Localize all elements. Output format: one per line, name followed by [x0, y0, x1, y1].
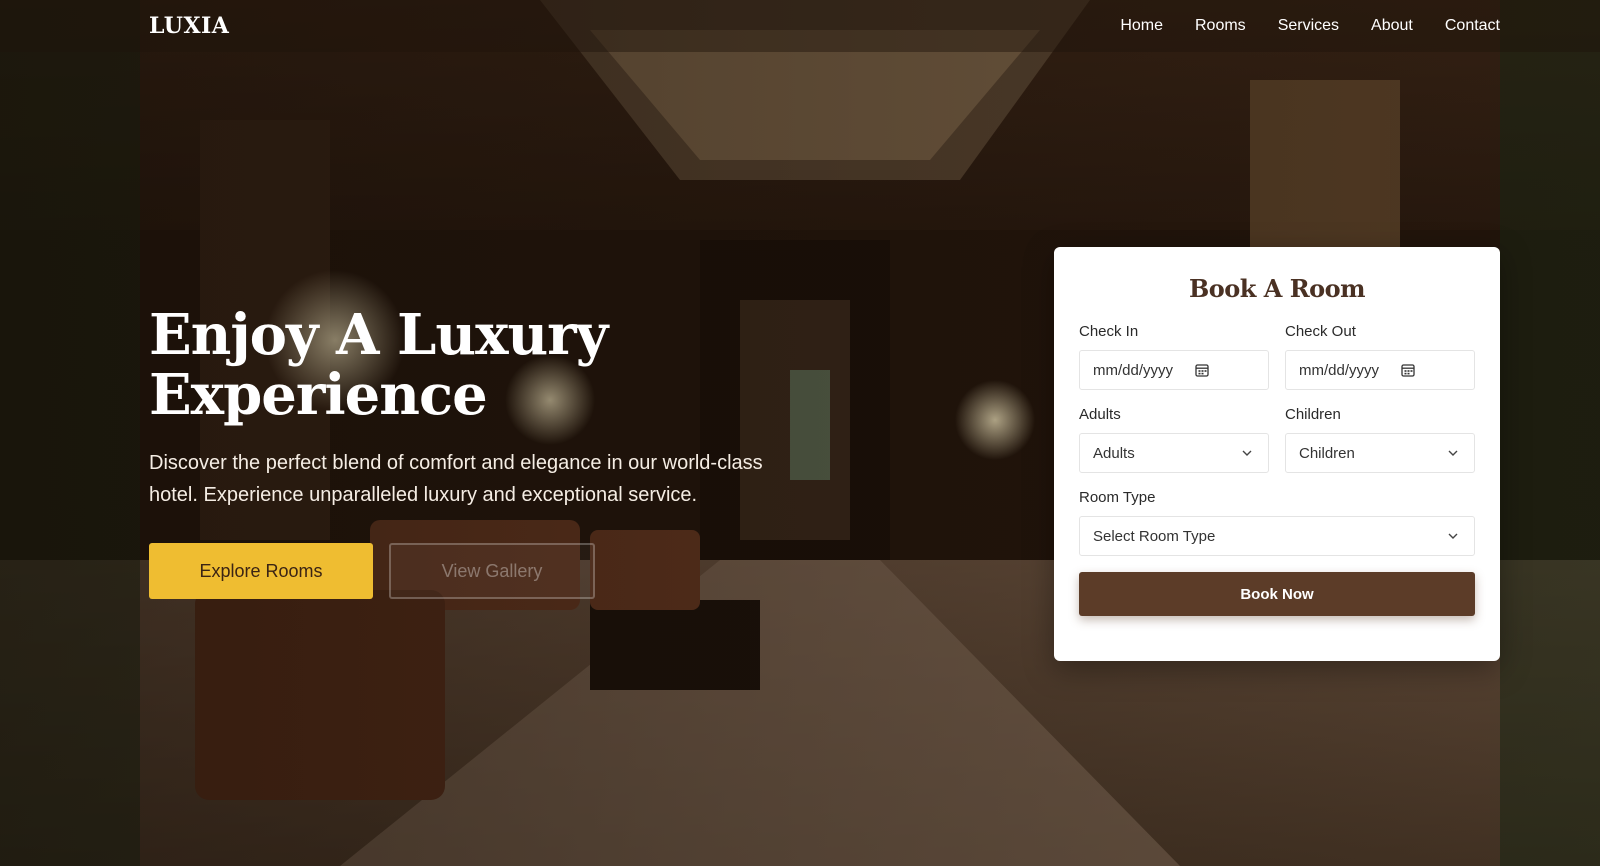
- calendar-icon[interactable]: [1401, 363, 1415, 377]
- explore-rooms-button[interactable]: Explore Rooms: [149, 543, 373, 599]
- hero-actions: Explore Rooms View Gallery: [149, 543, 809, 599]
- nav-link-services[interactable]: Services: [1278, 17, 1339, 35]
- date-row: Check In mm/dd/yyyy Check Out mm/dd/yyyy: [1079, 323, 1475, 390]
- navbar: LUXIA Home Rooms Services About Contact: [0, 0, 1600, 52]
- room-type-select[interactable]: Select Room Type: [1079, 516, 1475, 556]
- nav-links: Home Rooms Services About Contact: [1120, 17, 1500, 35]
- check-in-input[interactable]: mm/dd/yyyy: [1079, 350, 1269, 390]
- hero-content: Enjoy A Luxury Experience Discover the p…: [149, 305, 809, 599]
- children-value: Children: [1299, 444, 1355, 462]
- room-type-label: Room Type: [1079, 489, 1156, 506]
- booking-title: Book A Room: [1188, 274, 1366, 303]
- calendar-icon[interactable]: [1195, 363, 1209, 377]
- book-now-button[interactable]: Book Now: [1079, 572, 1475, 616]
- check-out-label: Check Out: [1285, 323, 1356, 340]
- adults-label: Adults: [1079, 406, 1121, 423]
- chevron-down-icon: [1448, 533, 1458, 539]
- check-out-field: Check Out mm/dd/yyyy: [1285, 323, 1475, 390]
- chevron-down-icon: [1242, 450, 1252, 456]
- children-field: Children Children: [1285, 406, 1475, 473]
- hero-title: Enjoy A Luxury Experience: [149, 305, 809, 425]
- nav-link-rooms[interactable]: Rooms: [1195, 17, 1246, 35]
- adults-select[interactable]: Adults: [1079, 433, 1269, 473]
- children-select[interactable]: Children: [1285, 433, 1475, 473]
- check-in-label: Check In: [1079, 323, 1139, 340]
- check-out-input[interactable]: mm/dd/yyyy: [1285, 350, 1475, 390]
- navbar-inner: LUXIA Home Rooms Services About Contact: [149, 0, 1500, 52]
- guests-row: Adults Adults Children Children: [1079, 406, 1475, 473]
- check-out-value: mm/dd/yyyy: [1299, 361, 1380, 379]
- check-in-value: mm/dd/yyyy: [1093, 361, 1174, 379]
- adults-field: Adults Adults: [1079, 406, 1269, 473]
- site-logo[interactable]: LUXIA: [149, 13, 229, 39]
- adults-value: Adults: [1093, 444, 1135, 462]
- booking-card: Book A Room Check In mm/dd/yyyy Check Ou…: [1054, 247, 1500, 661]
- nav-link-contact[interactable]: Contact: [1445, 17, 1500, 35]
- room-type-value: Select Room Type: [1093, 527, 1216, 545]
- hero-title-line1: Enjoy A Luxury: [149, 302, 608, 368]
- check-in-field: Check In mm/dd/yyyy: [1079, 323, 1269, 390]
- nav-link-about[interactable]: About: [1371, 17, 1413, 35]
- chevron-down-icon: [1448, 450, 1458, 456]
- room-type-field: Room Type Select Room Type: [1079, 489, 1475, 556]
- view-gallery-button[interactable]: View Gallery: [389, 543, 595, 599]
- hero-description: Discover the perfect blend of comfort an…: [149, 452, 763, 506]
- hero-title-line2: Experience: [149, 362, 488, 428]
- nav-link-home[interactable]: Home: [1120, 17, 1163, 35]
- children-label: Children: [1285, 406, 1341, 423]
